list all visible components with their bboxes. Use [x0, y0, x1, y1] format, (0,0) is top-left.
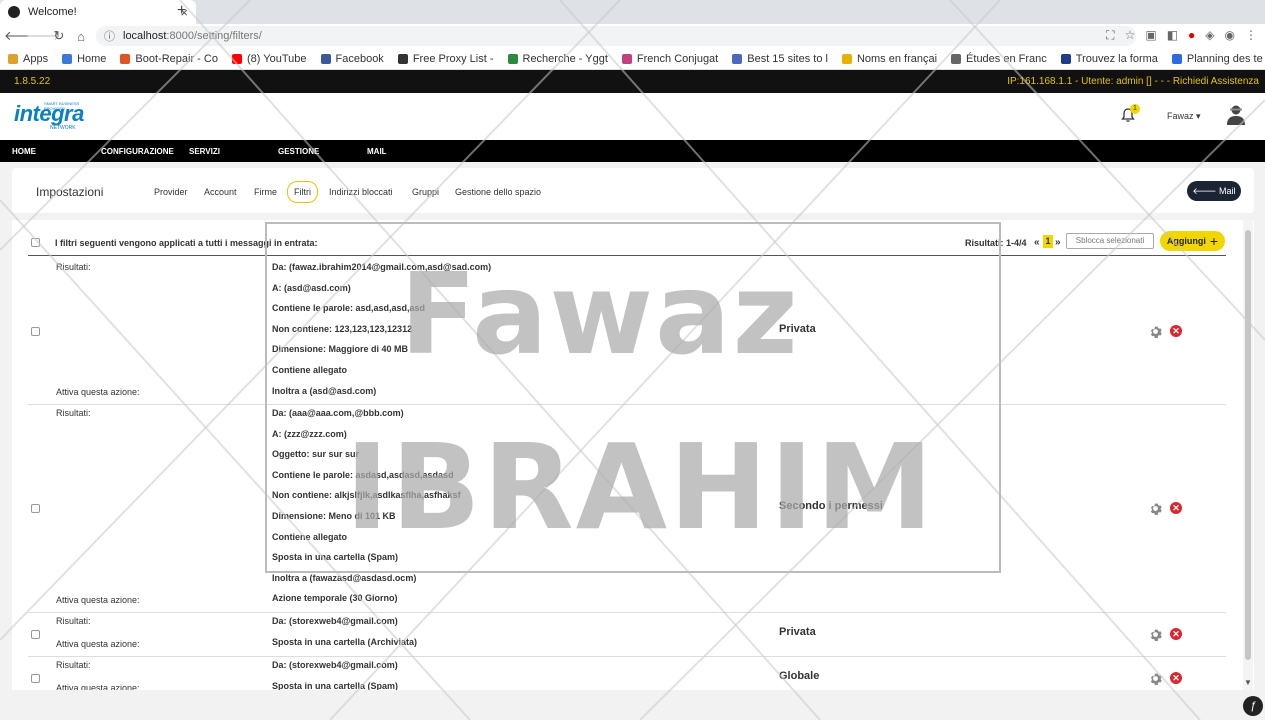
watermark-surname: IBRAHIM [345, 418, 936, 556]
debug-toolbar-icon[interactable]: ƒ [1243, 696, 1263, 716]
watermark-name: Fawaz [400, 250, 800, 380]
